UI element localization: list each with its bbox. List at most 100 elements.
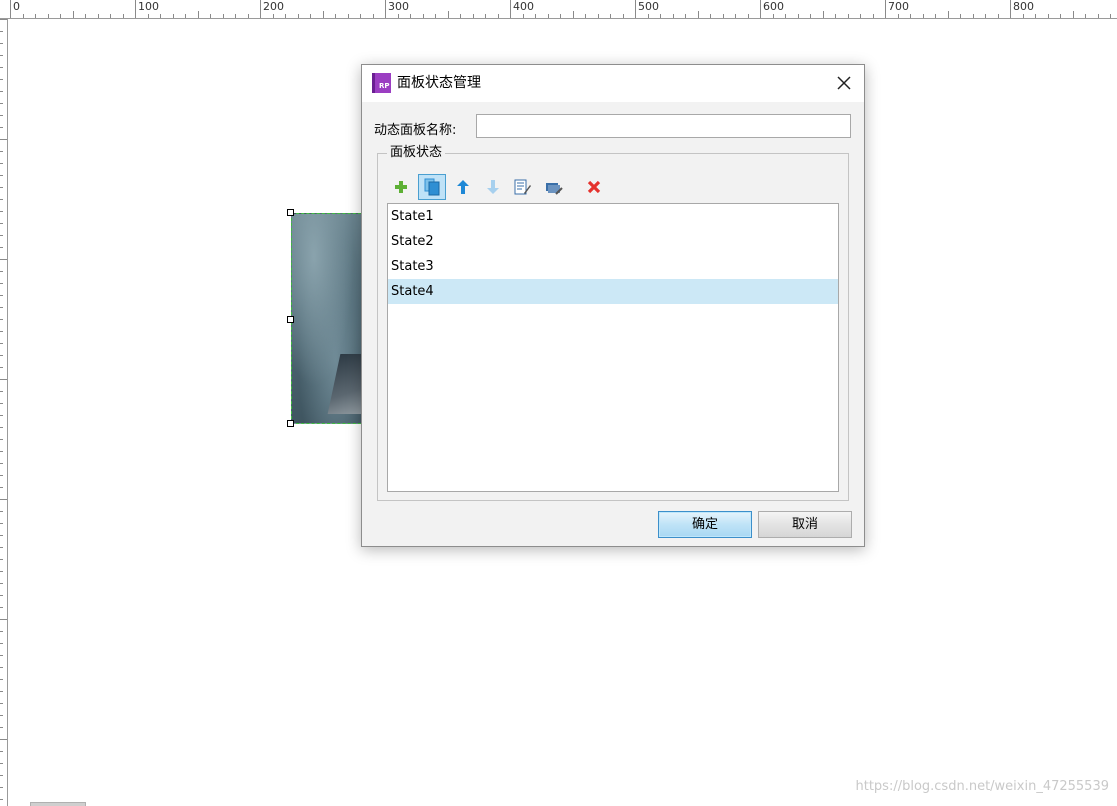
- resize-handle-top-left[interactable]: [287, 209, 294, 216]
- panel-name-label: 动态面板名称:: [374, 123, 457, 138]
- arrow-up-icon: [457, 180, 469, 194]
- ruler-tick: [0, 199, 3, 200]
- ruler-tick: [0, 799, 3, 800]
- ruler-tick: [0, 223, 3, 224]
- ruler-tick: [260, 0, 261, 18]
- close-button[interactable]: [830, 70, 858, 96]
- ruler-tick: [485, 14, 486, 18]
- list-item[interactable]: State3: [388, 254, 838, 279]
- ruler-tick: [23, 14, 24, 18]
- move-up-button[interactable]: [449, 174, 477, 200]
- ruler-tick: [98, 14, 99, 18]
- ruler-label: 400: [513, 0, 534, 13]
- panel-states-group-title: 面板状态: [387, 144, 446, 162]
- ruler-tick: [0, 115, 3, 116]
- ruler-tick: [0, 19, 7, 20]
- ruler-label: 700: [888, 0, 909, 13]
- ruler-tick: [535, 14, 536, 18]
- ruler-tick: [0, 235, 3, 236]
- ruler-tick: [0, 151, 3, 152]
- ruler-tick: [0, 691, 3, 692]
- move-down-button[interactable]: [479, 174, 507, 200]
- ruler-tick: [998, 14, 999, 18]
- panel-name-input[interactable]: [476, 114, 851, 138]
- cancel-button[interactable]: 取消: [758, 511, 852, 538]
- ruler-tick: [210, 14, 211, 18]
- ruler-tick: [898, 14, 899, 18]
- ruler-tick: [0, 727, 3, 728]
- list-item-selected[interactable]: State4: [388, 279, 838, 304]
- horizontal-scrollbar[interactable]: [30, 802, 86, 806]
- ruler-tick: [835, 14, 836, 18]
- ruler-tick: [0, 499, 7, 500]
- ruler-tick: [323, 11, 324, 18]
- ruler-tick: [110, 14, 111, 18]
- ruler-tick: [85, 14, 86, 18]
- ruler-tick: [298, 14, 299, 18]
- ruler-tick: [985, 14, 986, 18]
- ruler-tick: [0, 607, 3, 608]
- ruler-tick: [773, 14, 774, 18]
- copy-icon: [424, 178, 440, 196]
- ruler-tick: [0, 667, 3, 668]
- ruler-tick: [585, 14, 586, 18]
- list-item[interactable]: State2: [388, 229, 838, 254]
- duplicate-state-button[interactable]: [418, 174, 446, 200]
- ruler-tick: [760, 0, 761, 18]
- ruler-tick: [0, 511, 3, 512]
- resize-handle-bottom-left[interactable]: [287, 420, 294, 427]
- ruler-tick: [673, 14, 674, 18]
- ruler-label: 100: [138, 0, 159, 13]
- ruler-tick: [798, 14, 799, 18]
- close-icon: [837, 76, 851, 90]
- plus-icon: [395, 181, 407, 193]
- ruler-tick: [398, 14, 399, 18]
- ruler-tick: [0, 703, 3, 704]
- list-item[interactable]: State1: [388, 204, 838, 229]
- ruler-tick: [960, 14, 961, 18]
- ruler-tick: [0, 595, 3, 596]
- ruler-tick: [698, 11, 699, 18]
- ruler-tick: [0, 163, 3, 164]
- ruler-tick: [610, 14, 611, 18]
- ruler-tick: [0, 295, 3, 296]
- ruler-tick: [1060, 14, 1061, 18]
- image-widget[interactable]: [291, 213, 366, 424]
- delete-state-button[interactable]: [580, 174, 608, 200]
- ruler-tick: [0, 103, 3, 104]
- ruler-tick: [748, 14, 749, 18]
- ruler-tick: [0, 379, 7, 380]
- ruler-tick: [173, 14, 174, 18]
- resize-handle-middle-left[interactable]: [287, 316, 294, 323]
- add-state-button[interactable]: [387, 174, 415, 200]
- ruler-tick: [0, 463, 3, 464]
- ruler-tick: [1098, 14, 1099, 18]
- dialog-title: 面板状态管理: [397, 75, 481, 91]
- ruler-tick: [273, 14, 274, 18]
- ruler-tick: [0, 79, 3, 80]
- ruler-tick: [10, 0, 11, 18]
- ruler-tick: [0, 571, 3, 572]
- ruler-tick: [1010, 0, 1011, 18]
- ruler-tick: [548, 14, 549, 18]
- ruler-tick: [1085, 14, 1086, 18]
- ruler-tick: [923, 14, 924, 18]
- ruler-tick: [0, 475, 3, 476]
- ruler-tick: [0, 43, 3, 44]
- ok-button[interactable]: 确定: [658, 511, 752, 538]
- ruler-tick: [198, 11, 199, 18]
- ruler-tick: [0, 619, 7, 620]
- edit-all-states-button[interactable]: [540, 174, 568, 200]
- ruler-tick: [0, 715, 3, 716]
- ruler-tick: [910, 14, 911, 18]
- ruler-tick: [523, 14, 524, 18]
- ruler-tick: [785, 14, 786, 18]
- edit-state-button[interactable]: [509, 174, 537, 200]
- ruler-tick: [73, 11, 74, 18]
- ruler-tick: [498, 14, 499, 18]
- ruler-tick: [0, 451, 3, 452]
- ruler-tick: [848, 14, 849, 18]
- states-list[interactable]: State1 State2 State3 State4: [387, 203, 839, 492]
- ruler-tick: [735, 14, 736, 18]
- ruler-tick: [0, 583, 3, 584]
